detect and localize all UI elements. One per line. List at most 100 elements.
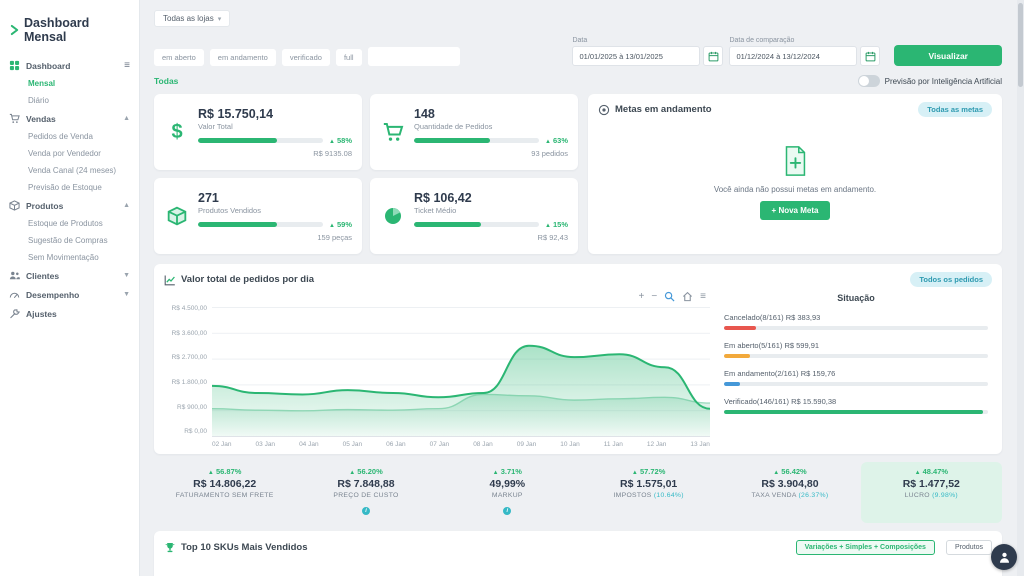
stat-value: R$ 14.806,22	[156, 478, 293, 490]
store-selector-button[interactable]: Todas as lojas ▾	[154, 10, 230, 27]
chart-area-main	[212, 346, 710, 436]
stat-taxa-venda: ▲ 56.42% R$ 3.904,80 TAXA VENDA (26.37%)	[719, 462, 860, 523]
sidebar-item-clientes[interactable]: Clientes ▼	[0, 266, 139, 285]
sidebar-item-produtos[interactable]: Produtos ▲	[0, 196, 139, 215]
sidebar-nav: Dashboard ≡ Mensal Diário Vendas ▲ Pedid…	[0, 56, 139, 323]
trophy-icon	[164, 542, 176, 554]
sidebar-item-previsao-de-estoque[interactable]: Previsão de Estoque	[0, 179, 139, 196]
collapse-menu-icon[interactable]: ≡	[124, 61, 130, 71]
date-range-input[interactable]	[572, 46, 700, 66]
ai-toggle-label: Previsão por Inteligência Artificial	[885, 77, 1002, 86]
sidebar-item-label: Mensal	[28, 79, 55, 88]
kpi-card-ticket-medio[interactable]: R$ 106,42 Ticket Médio ▲ 15% R$ 92,43	[370, 178, 578, 254]
new-goal-button[interactable]: + Nova Meta	[760, 201, 831, 220]
info-icon[interactable]: i	[503, 507, 511, 515]
visualize-button[interactable]: Visualizar	[894, 45, 1002, 66]
sidebar-item-dashboard[interactable]: Dashboard ≡	[0, 56, 139, 75]
compare-range-input[interactable]	[729, 46, 857, 66]
kpi-value: 148	[414, 107, 568, 121]
scrollbar-thumb[interactable]	[1018, 3, 1023, 87]
stat-preco-custo: ▲ 56.20% R$ 7.848,88 PREÇO DE CUSTO i	[295, 462, 436, 523]
area-chart[interactable]	[212, 307, 710, 437]
store-selector-label: Todas as lojas	[163, 14, 214, 23]
legend-item-em-andamento[interactable]: Em andamento(2/161) R$ 159,76	[724, 369, 988, 386]
zoom-out-icon[interactable]: −	[651, 292, 657, 302]
app-logo[interactable]: Dashboard Mensal	[0, 8, 139, 56]
chart-toolbar: + − ≡	[638, 291, 706, 302]
sidebar-item-label: Estoque de Produtos	[28, 219, 103, 228]
x-tick-label: 11 Jan	[604, 441, 623, 448]
x-tick-label: 10 Jan	[560, 441, 580, 448]
sidebar-item-mensal[interactable]: Mensal	[0, 75, 139, 92]
sidebar-item-venda-por-vendedor[interactable]: Venda por Vendedor	[0, 145, 139, 162]
kpi-card-quantidade-pedidos[interactable]: 148 Quantidade de Pedidos ▲ 63% 93 pedid…	[370, 94, 578, 170]
filter-chip-em-aberto[interactable]: em aberto	[154, 49, 204, 66]
all-goals-badge[interactable]: Todas as metas	[918, 102, 992, 117]
sku-products-chip[interactable]: Produtos	[946, 540, 992, 555]
sidebar-item-sugestao-de-compras[interactable]: Sugestão de Compras	[0, 232, 139, 249]
selection-zoom-icon[interactable]	[664, 291, 675, 302]
filter-chip-full[interactable]: full	[336, 49, 362, 66]
app-title: Dashboard Mensal	[24, 16, 129, 44]
sidebar-item-sem-movimentacao[interactable]: Sem Movimentação	[0, 249, 139, 266]
kpi-value: R$ 106,42	[414, 191, 568, 205]
filter-row: em aberto em andamento verificado full D…	[154, 37, 1002, 66]
ai-toggle[interactable]	[858, 75, 880, 87]
legend-item-em-aberto[interactable]: Em aberto(5/161) R$ 599,91	[724, 341, 988, 358]
calendar-button[interactable]	[703, 46, 723, 66]
search-input[interactable]	[368, 47, 460, 66]
kpi-value: 271	[198, 191, 352, 205]
legend-item-cancelado[interactable]: Cancelado(8/161) R$ 383,93	[724, 313, 988, 330]
section-label-todas[interactable]: Todas	[154, 76, 178, 86]
sidebar-item-diario[interactable]: Diário	[0, 92, 139, 109]
filter-chip-em-andamento[interactable]: em andamento	[210, 49, 276, 66]
kpi-label: Produtos Vendidos	[198, 206, 352, 215]
kpi-label: Valor Total	[198, 122, 352, 131]
info-icon[interactable]: i	[362, 507, 370, 515]
y-tick-label: R$ 0,00	[164, 429, 207, 436]
legend-item-verificado[interactable]: Verificado(146/161) R$ 15.590,38	[724, 397, 988, 414]
kpi-progress-bar	[198, 138, 323, 143]
chevron-up-icon: ▲	[123, 202, 130, 209]
y-tick-label: R$ 3.600,00	[164, 331, 207, 338]
sidebar-item-vendas[interactable]: Vendas ▲	[0, 109, 139, 128]
box-icon	[9, 200, 20, 211]
scrollbar[interactable]	[1017, 0, 1024, 576]
sidebar-item-label: Pedidos de Venda	[28, 132, 93, 141]
kpi-card-valor-total[interactable]: $ R$ 15.750,14 Valor Total ▲ 58% R$ 9135…	[154, 94, 362, 170]
sidebar-item-label: Previsão de Estoque	[28, 183, 102, 192]
floating-widget-button[interactable]	[991, 544, 1017, 570]
line-chart-icon	[164, 274, 176, 286]
chart-title: Valor total de pedidos por dia	[181, 274, 314, 285]
sidebar-item-venda-canal[interactable]: Venda Canal (24 meses)	[0, 162, 139, 179]
status-legend-title: Situação	[724, 293, 988, 303]
chart-menu-icon[interactable]: ≡	[700, 292, 706, 302]
stat-label: IMPOSTOS (10.64%)	[580, 492, 717, 499]
sku-variations-chip[interactable]: Variações + Simples + Composições	[796, 540, 935, 555]
sidebar-item-pedidos-de-venda[interactable]: Pedidos de Venda	[0, 128, 139, 145]
ai-toggle-group: Previsão por Inteligência Artificial	[858, 75, 1002, 87]
stat-delta: ▲ 48.47%	[863, 467, 1000, 476]
up-arrow-icon: ▲	[493, 470, 499, 476]
up-arrow-icon: ▲	[915, 470, 921, 476]
toggle-row: Todas Previsão por Inteligência Artifici…	[154, 75, 1002, 87]
all-orders-badge[interactable]: Todos os pedidos	[910, 272, 992, 287]
kpi-card-produtos-vendidos[interactable]: 271 Produtos Vendidos ▲ 59% 159 peças	[154, 178, 362, 254]
filter-chip-verificado[interactable]: verificado	[282, 49, 330, 66]
kpi-value: R$ 15.750,14	[198, 107, 352, 121]
compare-calendar-button[interactable]	[860, 46, 880, 66]
sidebar-item-estoque-de-produtos[interactable]: Estoque de Produtos	[0, 215, 139, 232]
target-icon	[598, 104, 610, 116]
home-reset-icon[interactable]	[682, 291, 693, 302]
sidebar-item-desempenho[interactable]: Desempenho ▼	[0, 285, 139, 304]
zoom-in-icon[interactable]: +	[638, 292, 644, 302]
kpi-delta: ▲ 15%	[545, 220, 568, 229]
sidebar-item-label: Diário	[28, 96, 49, 105]
stat-label: FATURAMENTO SEM FRETE	[156, 492, 293, 499]
legend-bar	[724, 382, 988, 386]
ai-toggle-knob	[859, 76, 869, 86]
legend-bar	[724, 354, 988, 358]
sidebar-item-ajustes[interactable]: Ajustes	[0, 304, 139, 323]
stat-value: R$ 1.477,52	[863, 478, 1000, 490]
stat-percent: (26.37%)	[798, 492, 828, 499]
